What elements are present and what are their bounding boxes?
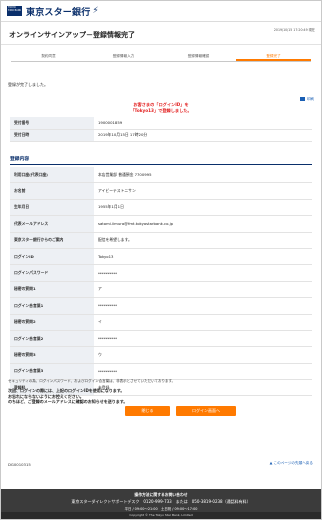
completion-message: 登録が完了しました。 <box>8 82 48 87</box>
login-screen-button[interactable]: ログイン画面へ <box>176 406 236 416</box>
detail-label: 秘密の質問3 <box>10 346 94 364</box>
table-row: 秘密の質問1 ア <box>10 281 312 299</box>
table-row: 受付日時 2019年10月15日 17時20分 <box>10 129 312 142</box>
title-row: オンラインサインアップ－登録情報完了 2019/10/15 17:20:49 現… <box>1 22 321 45</box>
copyright: Copyright © The Tokyo Star Bank, Limited <box>1 512 321 519</box>
detail-label: 秘密の質問2 <box>10 314 94 331</box>
table-row: 受付番号 1900001859 <box>10 117 312 130</box>
support-hours: 平日 / 09:00～21:00 土日祝 / 09:00～17:00 <box>124 507 198 511</box>
detail-value: 本店営業部 普通預金 7700995 <box>94 167 312 184</box>
table-row: 秘密の質問2 イ <box>10 314 312 331</box>
bank-logo-text: 東京スター銀行 <box>26 7 91 18</box>
site-footer: 操作方法に関するお問い合わせ 東京スターダイレクトサポートデスク 0120-99… <box>1 489 321 519</box>
receipt-value: 2019年10月15日 17時20分 <box>94 129 312 142</box>
login-id-reminder: 次回、ログインの際には、上記のログインIDを使用になります。 お忘れにならないよ… <box>8 388 314 405</box>
footer-heading: 操作方法に関するお問い合わせ <box>134 492 188 497</box>
receipt-table: 受付番号 1900001859 受付日時 2019年10月15日 17時20分 <box>10 117 312 142</box>
close-button[interactable]: 閉じる <box>125 406 170 416</box>
detail-value: ア <box>94 281 312 299</box>
support-desk-phone: 東京スターダイレクトサポートデスク 0120-999-733 または 050-3… <box>71 499 251 504</box>
printer-icon <box>299 97 305 101</box>
receipt-value: 1900001859 <box>94 117 312 130</box>
detail-label: ログインID <box>10 248 94 266</box>
site-header: TOKYO STAR BANK 東京スター銀行 ⚡ <box>1 1 321 22</box>
step-confirm: 登録情報確認 <box>187 54 210 58</box>
table-row: 利用口座(代表口座) 本店営業部 普通預金 7700995 <box>10 167 312 184</box>
page-title: オンラインサインアップ－登録情報完了 <box>9 31 135 39</box>
step-agreement: 契約同意 <box>41 54 56 58</box>
detail-label: ログイン合言葉2 <box>10 330 94 348</box>
detail-label: ログイン合言葉1 <box>10 297 94 315</box>
table-row: 代表メールアドレス satomi.iimura@fmt.tokyostarbank… <box>10 215 312 233</box>
table-row: ログイン合言葉1 ********** <box>10 297 312 315</box>
table-row: ログインパスワード ********** <box>10 264 312 282</box>
back-to-top-link[interactable]: ▲ このページの先頭へ戻る <box>270 461 313 466</box>
print-label: 印刷 <box>306 97 314 101</box>
table-row: 東京スター銀行からのご案内 配信を希望します。 <box>10 232 312 249</box>
detail-label: 東京スター銀行からのご案内 <box>10 232 94 249</box>
detail-value: イ <box>94 314 312 331</box>
detail-value: 配信を希望します。 <box>94 232 312 249</box>
security-note: セキュリティの為、ログインパスワード、およびログイン合言葉は、非表示とさせていた… <box>8 379 176 383</box>
login-id-notice: お客さまの「ログインID」を 「Tokyo13」で登録しました。 <box>1 102 321 114</box>
detail-value: ********** <box>94 330 312 348</box>
progress-steps: 契約同意 登録情報入力 登録情報確認 登録完了 <box>11 51 311 62</box>
detail-label: ログイン合言葉3 <box>10 363 94 381</box>
table-row: ログイン合言葉2 ********** <box>10 330 312 348</box>
reminder-line: のちほど、ご登録のメールアドレスに確認のお知らせを送ります。 <box>8 399 128 405</box>
table-row: ログイン合言葉3 ********** <box>10 363 312 381</box>
table-row: 生年月日 1955年1月1日 <box>10 199 312 217</box>
receipt-label: 受付日時 <box>10 129 94 142</box>
table-row: 秘密の質問3 ウ <box>10 346 312 364</box>
detail-label: 代表メールアドレス <box>10 215 94 233</box>
table-row: お名前 アイビーテストニサン <box>10 182 312 200</box>
detail-label: ログインパスワード <box>10 264 94 282</box>
detail-label: 利用口座(代表口座) <box>10 167 94 184</box>
detail-label: お名前 <box>10 182 94 200</box>
section-title: 登録内容 <box>10 155 312 165</box>
notice-line: 「Tokyo13」で登録しました。 <box>130 108 192 113</box>
receipt-label: 受付番号 <box>10 117 94 130</box>
detail-value: Tokyo13 <box>94 248 312 266</box>
lightning-icon: ⚡ <box>92 6 99 16</box>
detail-label: 生年月日 <box>10 199 94 217</box>
detail-value: ********** <box>94 297 312 315</box>
details-table: 利用口座(代表口座) 本店営業部 普通預金 7700995 お名前 アイビーテストニ… <box>10 167 312 397</box>
detail-value: 1955年1月1日 <box>94 199 312 217</box>
page: TOKYO STAR BANK 東京スター銀行 ⚡ オンラインサインアップ－登録… <box>0 0 322 520</box>
step-input: 登録情報入力 <box>112 54 135 58</box>
detail-value: satomi.iimura@fmt.tokyostarbank.co.jp <box>94 215 312 233</box>
timestamp: 2019/10/15 17:20:49 現在 <box>273 28 315 32</box>
detail-label: 秘密の質問1 <box>10 281 94 299</box>
table-row: ログインID Tokyo13 <box>10 248 312 266</box>
step-complete: 登録完了 <box>236 51 311 61</box>
detail-value: アイビーテストニサン <box>94 182 312 200</box>
detail-value: ********** <box>94 363 312 381</box>
detail-value: ウ <box>94 346 312 364</box>
detail-value: ********** <box>94 264 312 282</box>
back-to-top-label: このページの先頭へ戻る <box>273 461 313 465</box>
page-code: DG0010315 <box>8 462 31 467</box>
bank-logo-mark: TOKYO STAR BANK <box>7 6 22 16</box>
